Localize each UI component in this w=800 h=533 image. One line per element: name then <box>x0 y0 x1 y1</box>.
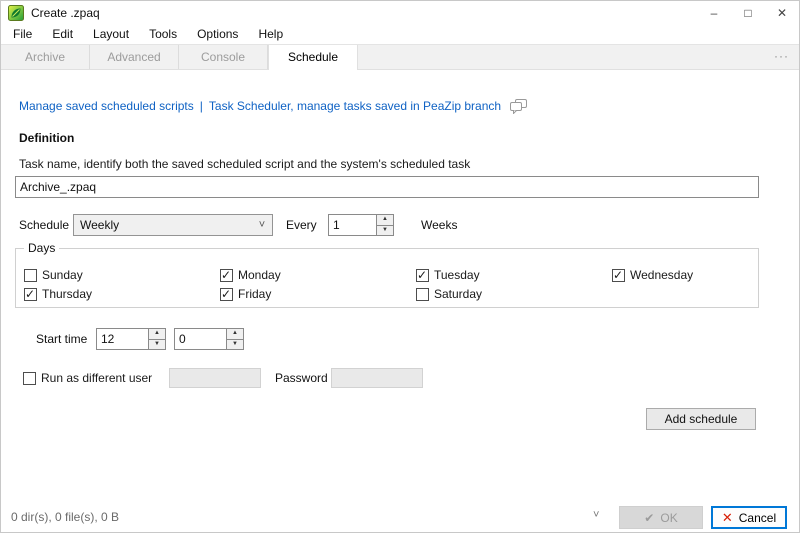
chevron-down-icon: ˅ <box>252 219 272 231</box>
spinner-down-icon[interactable]: ▼ <box>377 226 393 236</box>
ok-button-label: OK <box>660 511 677 525</box>
password-input[interactable] <box>331 368 423 388</box>
day-checkbox-thursday[interactable]: Thursday <box>24 286 92 302</box>
password-label: Password <box>275 367 328 389</box>
period-unit-label: Weeks <box>421 214 457 236</box>
window-controls: – □ ✕ <box>697 1 799 25</box>
day-checkbox-tuesday[interactable]: Tuesday <box>416 267 480 283</box>
check-icon: ✔ <box>644 511 654 525</box>
task-scheduler-link[interactable]: Task Scheduler, manage tasks saved in Pe… <box>209 99 501 113</box>
tab-archive[interactable]: Archive <box>1 45 90 69</box>
menu-file[interactable]: File <box>3 25 42 44</box>
day-checkbox-wednesday[interactable]: Wednesday <box>612 267 693 283</box>
day-checkbox-monday[interactable]: Monday <box>220 267 281 283</box>
checkbox-icon[interactable] <box>24 269 37 282</box>
definition-heading: Definition <box>19 131 74 145</box>
day-label: Thursday <box>42 287 92 301</box>
cancel-button[interactable]: ✕ Cancel <box>711 506 787 529</box>
status-bar-text: 0 dir(s), 0 file(s), 0 B <box>11 510 119 524</box>
peazip-create-zpaq-window: Create .zpaq – □ ✕ File Edit Layout Tool… <box>0 0 800 533</box>
tab-overflow-button[interactable]: ··· <box>774 45 789 69</box>
menu-bar: File Edit Layout Tools Options Help <box>1 25 799 44</box>
days-group: Days Sunday Monday Tuesday Wednesday Thu… <box>15 248 759 308</box>
run-as-user-input[interactable] <box>169 368 261 388</box>
checkbox-icon[interactable] <box>23 372 36 385</box>
menu-tools[interactable]: Tools <box>139 25 187 44</box>
day-checkbox-saturday[interactable]: Saturday <box>416 286 482 302</box>
every-value: 1 <box>329 215 376 235</box>
spinner-down-icon[interactable]: ▼ <box>227 340 243 350</box>
menu-edit[interactable]: Edit <box>42 25 83 44</box>
run-as-label: Run as different user <box>41 371 152 385</box>
add-schedule-button[interactable]: Add schedule <box>646 408 756 430</box>
ok-dropdown-chevron-icon[interactable]: ˅ <box>593 509 599 521</box>
cancel-button-label: Cancel <box>739 511 776 525</box>
every-stepper-buttons: ▲ ▼ <box>376 215 393 235</box>
schedule-select[interactable]: Weekly ˅ <box>73 214 273 236</box>
help-links-row: Manage saved scheduled scripts | Task Sc… <box>19 97 527 115</box>
start-hour-value: 12 <box>97 329 148 349</box>
checkbox-icon[interactable] <box>416 288 429 301</box>
day-label: Monday <box>238 268 281 282</box>
day-label: Sunday <box>42 268 83 282</box>
every-label: Every <box>286 214 317 236</box>
day-label: Saturday <box>434 287 482 301</box>
peazip-logo-icon <box>8 5 24 21</box>
start-hour-stepper[interactable]: 12 ▲ ▼ <box>96 328 166 350</box>
window-title: Create .zpaq <box>31 1 100 25</box>
days-legend: Days <box>24 241 59 255</box>
manage-scripts-link[interactable]: Manage saved scheduled scripts <box>19 99 194 113</box>
run-as-checkbox[interactable]: Run as different user <box>23 370 152 386</box>
start-time-label: Start time <box>36 328 87 350</box>
tab-bar: Archive Advanced Console Schedule ··· <box>1 44 799 70</box>
link-separator: | <box>200 99 203 113</box>
checkbox-icon[interactable] <box>24 288 37 301</box>
title-bar: Create .zpaq – □ ✕ <box>1 1 799 25</box>
menu-help[interactable]: Help <box>248 25 293 44</box>
ok-button[interactable]: ✔ OK <box>619 506 703 529</box>
spinner-up-icon[interactable]: ▲ <box>227 329 243 340</box>
menu-layout[interactable]: Layout <box>83 25 139 44</box>
checkbox-icon[interactable] <box>416 269 429 282</box>
checkbox-icon[interactable] <box>220 288 233 301</box>
menu-options[interactable]: Options <box>187 25 248 44</box>
day-label: Tuesday <box>434 268 480 282</box>
every-stepper[interactable]: 1 ▲ ▼ <box>328 214 394 236</box>
spinner-up-icon[interactable]: ▲ <box>149 329 165 340</box>
minimize-button[interactable]: – <box>697 1 731 25</box>
start-minute-stepper-buttons: ▲ ▼ <box>226 329 243 349</box>
checkbox-icon[interactable] <box>612 269 625 282</box>
schedule-selected-value: Weekly <box>74 218 252 232</box>
day-label: Wednesday <box>630 268 693 282</box>
checkbox-icon[interactable] <box>220 269 233 282</box>
tab-schedule[interactable]: Schedule <box>268 45 358 70</box>
start-hour-stepper-buttons: ▲ ▼ <box>148 329 165 349</box>
start-minute-value: 0 <box>175 329 226 349</box>
close-button[interactable]: ✕ <box>765 1 799 25</box>
maximize-button[interactable]: □ <box>731 1 765 25</box>
spinner-down-icon[interactable]: ▼ <box>149 340 165 350</box>
task-name-input[interactable] <box>15 176 759 198</box>
task-name-hint: Task name, identify both the saved sched… <box>19 157 470 171</box>
day-checkbox-sunday[interactable]: Sunday <box>24 267 83 283</box>
tab-advanced[interactable]: Advanced <box>90 45 179 69</box>
close-x-icon: ✕ <box>722 510 733 526</box>
comment-bubble-icon[interactable] <box>510 99 527 114</box>
spinner-up-icon[interactable]: ▲ <box>377 215 393 226</box>
day-label: Friday <box>238 287 271 301</box>
day-checkbox-friday[interactable]: Friday <box>220 286 271 302</box>
tab-console[interactable]: Console <box>179 45 268 69</box>
start-minute-stepper[interactable]: 0 ▲ ▼ <box>174 328 244 350</box>
schedule-label: Schedule <box>19 214 69 236</box>
